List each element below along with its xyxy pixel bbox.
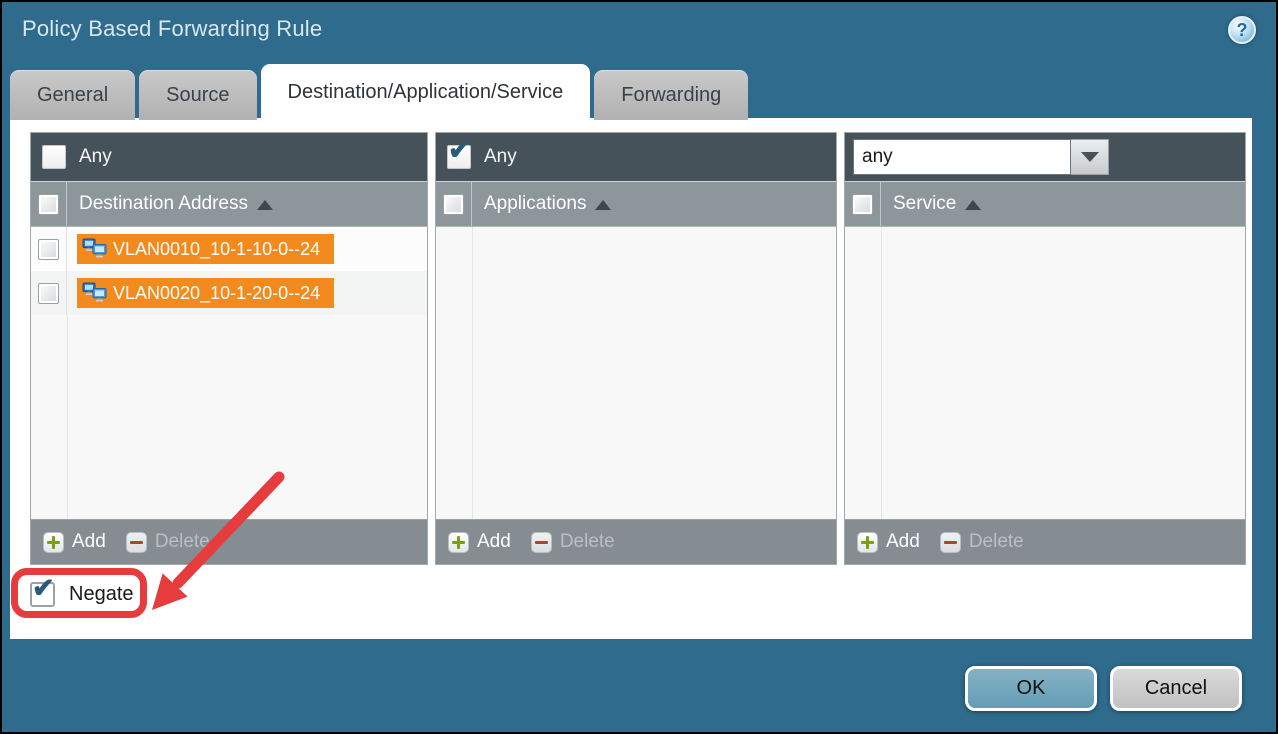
network-address-icon: [82, 282, 107, 304]
add-button-label: Add: [72, 531, 106, 553]
service-dropdown-bar: [845, 133, 1245, 182]
table-row[interactable]: VLAN0010_10-1-10-0--24: [31, 227, 427, 271]
tab-bar: General Source Destination/Application/S…: [10, 64, 748, 120]
tab-source[interactable]: Source: [139, 70, 256, 120]
row-checkbox[interactable]: [38, 283, 59, 304]
destination-address-list: VLAN0010_10-1-10-0--24: [31, 227, 427, 519]
service-dropdown-input[interactable]: [853, 139, 1071, 175]
destination-address-panel: Any Destination Address: [30, 132, 428, 565]
minus-icon: [126, 532, 147, 553]
tab-forwarding[interactable]: Forwarding: [594, 70, 748, 120]
applications-toolbar: Add Delete: [436, 519, 836, 564]
destination-any-checkbox[interactable]: [42, 145, 66, 169]
destination-toolbar: Add Delete: [31, 519, 427, 564]
tab-destination-application-service[interactable]: Destination/Application/Service: [261, 64, 591, 120]
network-address-icon: [82, 238, 107, 260]
table-row[interactable]: VLAN0020_10-1-20-0--24: [31, 271, 427, 315]
negate-label: Negate: [69, 583, 134, 606]
applications-delete-button[interactable]: Delete: [531, 531, 615, 553]
dialog-body: Any Destination Address: [10, 118, 1252, 639]
delete-button-label: Delete: [969, 531, 1024, 553]
add-button-label: Add: [886, 531, 920, 553]
service-column-header[interactable]: Service: [893, 193, 956, 215]
row-checkbox[interactable]: [38, 239, 59, 260]
tab-general[interactable]: General: [10, 70, 135, 120]
address-object-label: VLAN0010_10-1-10-0--24: [113, 239, 320, 260]
service-dropdown-button[interactable]: [1071, 139, 1109, 175]
destination-delete-button[interactable]: Delete: [126, 531, 210, 553]
delete-button-label: Delete: [560, 531, 615, 553]
negate-control: ✔ Negate: [30, 582, 134, 607]
applications-any-bar: ✔ Any: [436, 133, 836, 182]
destination-any-label: Any: [79, 146, 112, 168]
negate-checkbox[interactable]: ✔: [30, 582, 55, 607]
destination-any-bar: Any: [31, 133, 427, 182]
sort-ascending-icon[interactable]: [965, 200, 981, 210]
sort-ascending-icon[interactable]: [595, 200, 611, 210]
applications-panel: ✔ Any Applications Add Delete: [435, 132, 837, 565]
plus-icon: [857, 532, 878, 553]
help-icon[interactable]: ?: [1228, 16, 1256, 44]
applications-any-label: Any: [484, 146, 517, 168]
address-object-label: VLAN0020_10-1-20-0--24: [113, 283, 320, 304]
cancel-button[interactable]: Cancel: [1110, 666, 1242, 711]
service-select-all-checkbox[interactable]: [852, 194, 873, 215]
service-panel: Service Add Delete: [844, 132, 1246, 565]
minus-icon: [531, 532, 552, 553]
triangle-down-icon: [1081, 152, 1099, 162]
applications-any-checkbox[interactable]: ✔: [447, 145, 471, 169]
checkmark-icon: ✔: [448, 137, 471, 164]
ok-button[interactable]: OK: [965, 666, 1097, 711]
applications-column-header[interactable]: Applications: [484, 193, 586, 215]
service-toolbar: Add Delete: [845, 519, 1245, 564]
delete-button-label: Delete: [155, 531, 210, 553]
applications-select-all-checkbox[interactable]: [443, 194, 464, 215]
service-dropdown: [853, 139, 1109, 175]
service-delete-button[interactable]: Delete: [940, 531, 1024, 553]
applications-add-button[interactable]: Add: [448, 531, 511, 553]
destination-add-button[interactable]: Add: [43, 531, 106, 553]
address-object-chip[interactable]: VLAN0020_10-1-20-0--24: [77, 278, 334, 308]
column-divider: [472, 227, 473, 519]
checkmark-icon: ✔: [32, 575, 55, 602]
address-object-chip[interactable]: VLAN0010_10-1-10-0--24: [77, 234, 334, 264]
destination-select-all-checkbox[interactable]: [38, 194, 59, 215]
service-list: [845, 227, 1245, 519]
dialog-title: Policy Based Forwarding Rule: [22, 16, 322, 42]
destination-column-header[interactable]: Destination Address: [79, 193, 248, 215]
sort-ascending-icon[interactable]: [257, 200, 273, 210]
minus-icon: [940, 532, 961, 553]
column-divider: [881, 227, 882, 519]
add-button-label: Add: [477, 531, 511, 553]
destination-column-header-row: Destination Address: [31, 182, 427, 227]
service-add-button[interactable]: Add: [857, 531, 920, 553]
applications-column-header-row: Applications: [436, 182, 836, 227]
pbf-rule-dialog: Policy Based Forwarding Rule ? General S…: [0, 0, 1278, 734]
plus-icon: [43, 532, 64, 553]
service-column-header-row: Service: [845, 182, 1245, 227]
plus-icon: [448, 532, 469, 553]
applications-list: [436, 227, 836, 519]
